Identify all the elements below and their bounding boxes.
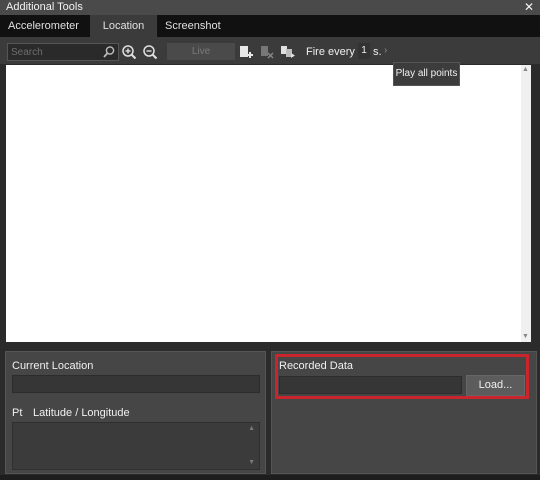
live-button[interactable]: Live — [167, 43, 235, 60]
tab-location[interactable]: Location — [90, 15, 157, 37]
title-bar: Additional Tools ✕ — [0, 0, 540, 15]
play-all-points-icon[interactable] — [280, 44, 296, 60]
search-icon[interactable] — [102, 45, 116, 59]
current-location-field[interactable] — [12, 375, 260, 393]
location-toolbar: Live Fire every 1 s. › — [0, 37, 540, 64]
additional-tools-window: Additional Tools ✕ Accelerometer Locatio… — [0, 0, 540, 480]
scroll-up-icon[interactable]: ▲ — [522, 66, 529, 73]
location-map-area[interactable]: ▲ ▼ — [6, 65, 531, 342]
zoom-in-icon[interactable] — [121, 44, 137, 60]
current-location-panel: Current Location Pt Latitude / Longitude… — [5, 351, 266, 474]
fire-unit-label: s. — [373, 46, 382, 58]
window-bottom-edge — [0, 475, 540, 480]
pt-column-header: Pt — [12, 407, 23, 419]
points-list[interactable]: ▲ ▼ — [12, 422, 260, 470]
fire-interval-input[interactable]: 1 — [358, 43, 370, 59]
tab-accelerometer[interactable]: Accelerometer — [8, 15, 79, 37]
vertical-scrollbar[interactable]: ▲ ▼ — [521, 65, 531, 342]
add-point-icon[interactable] — [238, 44, 254, 60]
remove-point-icon[interactable] — [259, 44, 275, 60]
close-icon[interactable]: ✕ — [524, 0, 534, 14]
chevron-right-icon[interactable]: › — [384, 45, 387, 56]
current-location-label: Current Location — [12, 360, 94, 372]
search-box — [7, 43, 119, 61]
highlight-box — [275, 354, 529, 399]
search-input[interactable] — [9, 45, 101, 59]
lat-lon-column-header: Latitude / Longitude — [33, 407, 130, 419]
scroll-up-icon[interactable]: ▲ — [248, 425, 255, 432]
tab-bar: Accelerometer Location Screenshot — [0, 15, 540, 37]
window-title: Additional Tools — [6, 1, 83, 13]
fire-every-label: Fire every — [306, 46, 355, 58]
scroll-down-icon[interactable]: ▼ — [248, 459, 255, 466]
tooltip: Play all points — [393, 62, 460, 86]
scroll-down-icon[interactable]: ▼ — [522, 333, 529, 340]
tab-screenshot[interactable]: Screenshot — [165, 15, 221, 37]
zoom-out-icon[interactable] — [142, 44, 158, 60]
